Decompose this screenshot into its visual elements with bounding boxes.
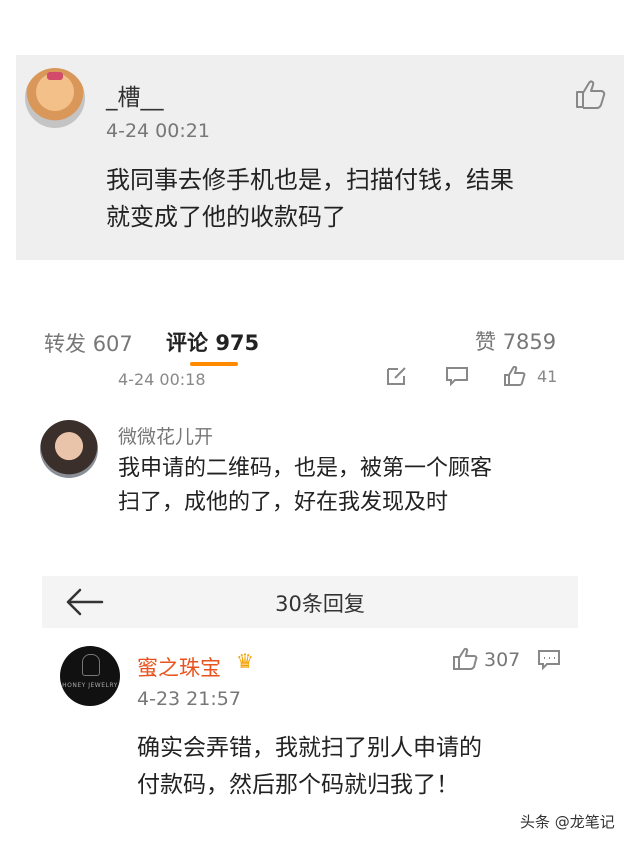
avatar-brand-text: HONEY JEWELRY [62, 682, 118, 689]
active-tab-indicator [190, 362, 238, 366]
thumbs-up-icon[interactable] [452, 647, 478, 671]
username[interactable]: _槽__ [106, 78, 164, 112]
username[interactable]: 蜜之珠宝 [137, 652, 221, 682]
comment-text-line: 确实会弄错，我就扫了别人申请的 [137, 735, 482, 761]
comment-text: 我申请的二维码，也是，被第一个顾客 扫了，成他的了，好在我发现及时 [118, 452, 588, 520]
tab-count: 7859 [502, 330, 557, 354]
reply-panel-title: 30条回复 [275, 592, 365, 616]
tab-label: 评论 [166, 331, 208, 355]
username[interactable]: 微微花儿开 [118, 422, 213, 449]
comment-text: 我同事去修手机也是，扫描付钱，结果 就变成了他的收款码了 [106, 162, 626, 236]
tab-comment[interactable]: 评论 975 [166, 327, 259, 357]
brand-logo-icon [82, 654, 100, 676]
tab-label: 转发 [44, 332, 86, 356]
watermark: 头条 @龙笔记 [520, 813, 615, 831]
timestamp: 4-24 00:18 [118, 370, 206, 389]
like-count: 41 [537, 367, 558, 386]
thumbs-up-icon[interactable] [503, 366, 527, 386]
avatar[interactable] [40, 420, 98, 478]
tab-repost[interactable]: 转发 607 [44, 328, 133, 358]
like-count: 307 [484, 649, 521, 671]
comment-text-line: 我申请的二维码，也是，被第一个顾客 [118, 456, 493, 481]
comment-icon[interactable] [537, 649, 561, 671]
tab-like[interactable]: 赞 7859 [475, 326, 556, 356]
comment-icon[interactable] [445, 366, 469, 386]
crown-icon: ♛ [236, 649, 254, 673]
thumbs-up-icon[interactable] [574, 79, 608, 109]
comment-text-line: 扫了，成他的了，好在我发现及时 [118, 490, 449, 515]
timestamp: 4-24 00:21 [106, 120, 210, 142]
comment-text-line: 就变成了他的收款码了 [106, 203, 346, 231]
bow-decoration [47, 72, 63, 80]
timestamp: 4-23 21:57 [137, 688, 241, 710]
avatar[interactable] [25, 68, 85, 128]
tab-label: 赞 [475, 330, 496, 354]
tab-count: 975 [215, 331, 260, 355]
action-bar [385, 366, 535, 388]
comment-text: 确实会弄错，我就扫了别人申请的 付款码，然后那个码就归我了！ [137, 730, 577, 804]
edit-icon[interactable] [385, 366, 409, 386]
avatar[interactable]: HONEY JEWELRY [60, 646, 120, 706]
comment-text-line: 付款码，然后那个码就归我了！ [137, 772, 459, 798]
comment-text-line: 我同事去修手机也是，扫描付钱，结果 [106, 166, 514, 194]
tab-count: 607 [92, 332, 133, 356]
